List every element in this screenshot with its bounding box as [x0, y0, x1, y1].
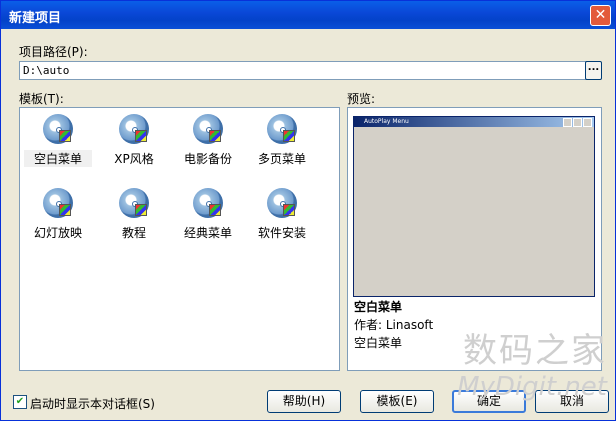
template-item-label: 软件安装	[257, 226, 306, 240]
template-item-movie-backup[interactable]: 电影备份	[174, 114, 242, 167]
project-path-input[interactable]: D:\auto	[19, 61, 590, 80]
cd-icon	[267, 114, 297, 144]
preview-window: AutoPlay Menu	[353, 116, 595, 297]
template-item-slideshow[interactable]: 幻灯放映	[24, 188, 92, 241]
cd-icon	[119, 114, 149, 144]
watermark-cn: 数码之家	[463, 331, 607, 371]
preview-window-body	[354, 127, 594, 296]
preview-author: 作者: Linasoft	[354, 318, 434, 332]
template-item-label: 经典菜单	[183, 226, 232, 240]
template-item-label: 教程	[121, 226, 146, 240]
template-item-label: 多页菜单	[257, 152, 306, 166]
template-item-label: XP风格	[114, 152, 154, 166]
show-on-start-label[interactable]: 启动时显示本对话框(S)	[30, 395, 155, 412]
watermark-en: MyDigit.net	[457, 372, 607, 402]
cd-icon	[193, 188, 223, 218]
preview-template-name: 空白菜单	[354, 300, 403, 314]
project-path-label: 项目路径(P):	[19, 45, 88, 59]
template-item-software-install[interactable]: 软件安装	[248, 188, 316, 241]
template-item-label: 电影备份	[183, 152, 232, 166]
dialog-title: 新建项目	[9, 11, 62, 26]
template-item-classic-menu[interactable]: 经典菜单	[174, 188, 242, 241]
template-list[interactable]: 空白菜单 XP风格 电影备份 多页菜单 幻灯放映 教程 经典菜单 软件安装	[19, 107, 340, 371]
cd-icon	[193, 114, 223, 144]
title-bar[interactable]: 新建项目 ✕	[1, 1, 615, 29]
template-button[interactable]: 模板(E)	[360, 390, 434, 413]
browse-button[interactable]: ...	[585, 61, 602, 80]
cd-icon	[43, 114, 73, 144]
template-item-blank-menu[interactable]: 空白菜单	[24, 114, 92, 167]
template-item-xp-style[interactable]: XP风格	[100, 114, 168, 167]
preview-label: 预览:	[347, 92, 376, 106]
template-item-tutorial[interactable]: 教程	[100, 188, 168, 241]
preview-description: 空白菜单	[354, 336, 403, 350]
new-project-dialog: 新建项目 ✕ 项目路径(P): D:\auto ... 模板(T): 空白菜单 …	[0, 0, 616, 421]
cd-icon	[43, 188, 73, 218]
watermark: 数码之家 MyDigit.net	[457, 323, 607, 402]
preview-window-title-text: AutoPlay Menu	[364, 118, 409, 125]
templates-label: 模板(T):	[19, 92, 64, 106]
close-button[interactable]: ✕	[590, 5, 611, 26]
cd-icon	[119, 188, 149, 218]
preview-window-title: AutoPlay Menu	[354, 117, 594, 127]
show-on-start-checkbox[interactable]: ✔	[13, 395, 27, 409]
help-button[interactable]: 帮助(H)	[267, 390, 341, 413]
template-item-multipage-menu[interactable]: 多页菜单	[248, 114, 316, 167]
template-item-label: 幻灯放映	[33, 226, 82, 240]
cd-icon	[267, 188, 297, 218]
template-item-label: 空白菜单	[24, 150, 92, 167]
